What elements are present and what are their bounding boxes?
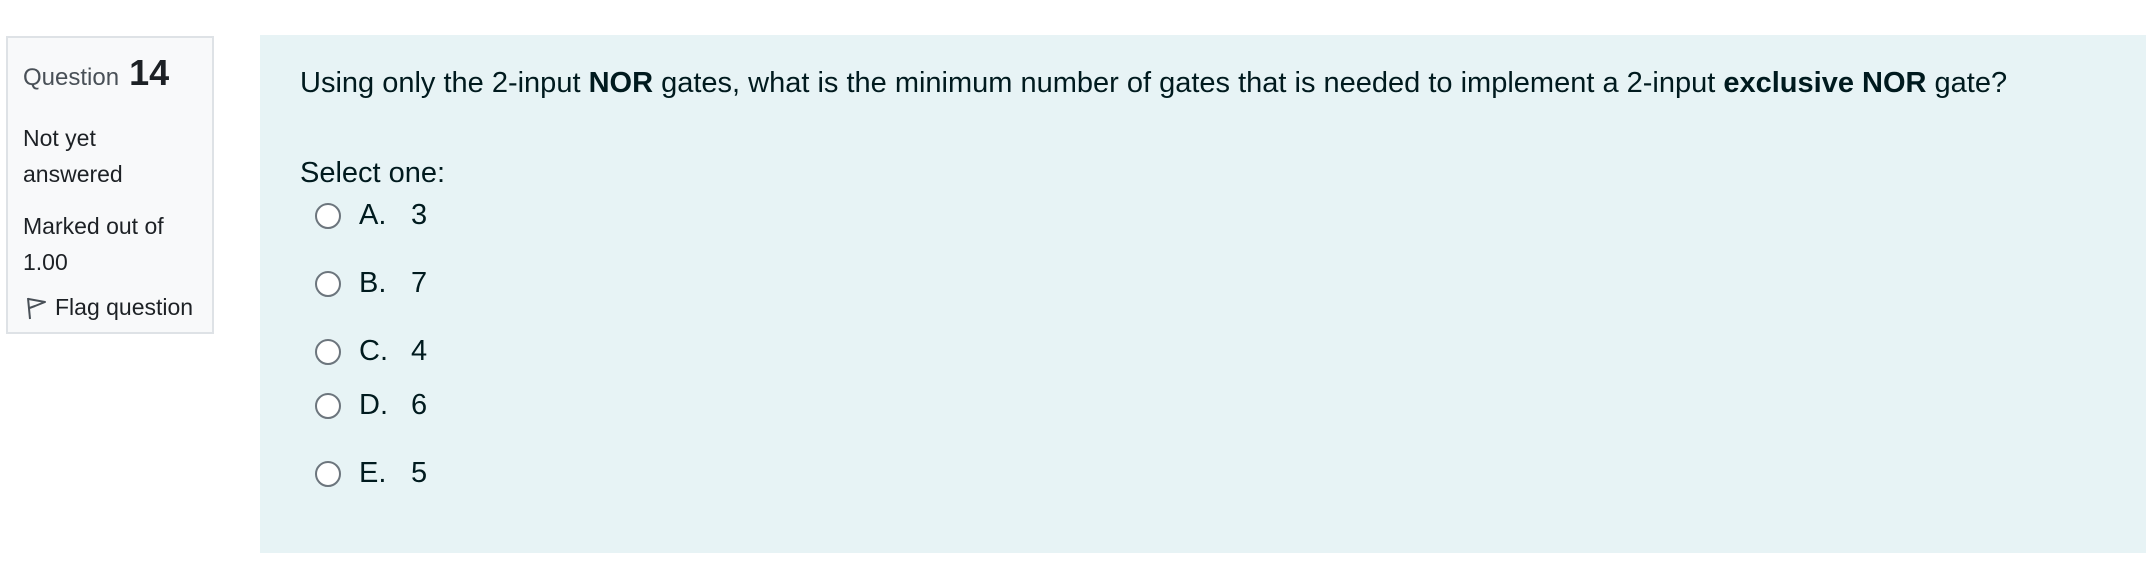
question-text-part: gates, what is the minimum number of gat… [653, 67, 1724, 99]
radio-button[interactable] [315, 392, 341, 419]
question-label: Question [23, 64, 120, 91]
radio-button[interactable] [315, 460, 341, 487]
answer-option-e[interactable]: E. 5 [315, 457, 427, 490]
question-text-part: gate? [1926, 67, 2008, 99]
quiz-question: Question 14 Not yet answered Marked out … [0, 0, 2146, 580]
answer-option-c[interactable]: C. 4 [315, 335, 427, 368]
option-letter: B. [359, 267, 387, 299]
select-one-prompt: Select one: [300, 157, 446, 189]
option-value: 4 [411, 335, 428, 367]
question-grade: Marked out of 1.00 [23, 213, 164, 275]
question-content: Using only the 2-input NOR gates, what i… [260, 35, 2146, 553]
option-value: 6 [411, 389, 428, 421]
question-text: Using only the 2-input NOR gates, what i… [300, 63, 2146, 103]
answer-option-a[interactable]: A. 3 [315, 199, 427, 232]
question-number-line: Question 14 [23, 52, 198, 96]
answer-option-d[interactable]: D. 6 [315, 389, 427, 422]
question-text-part: Using only the 2-input [300, 67, 589, 99]
option-letter: A. [359, 199, 387, 231]
question-info-panel: Question 14 Not yet answered Marked out … [6, 36, 214, 334]
option-value: 7 [411, 267, 428, 299]
answer-option-b[interactable]: B. 7 [315, 267, 427, 300]
question-text-bold: exclusive NOR [1723, 67, 1927, 99]
answer-options: A. 3 B. 7 C. 4 D. 6 E. 5 [300, 193, 2146, 523]
question-state: Not yet answered [23, 125, 123, 187]
option-letter: E. [359, 457, 387, 489]
flag-question-button[interactable]: Flag question [23, 294, 198, 321]
flag-icon [23, 295, 49, 321]
question-text-bold: NOR [588, 67, 654, 99]
option-letter: D. [359, 389, 388, 421]
option-value: 5 [411, 457, 428, 489]
option-value: 3 [411, 199, 428, 231]
radio-button[interactable] [315, 202, 341, 229]
question-number: 14 [129, 52, 170, 93]
radio-button[interactable] [315, 270, 341, 297]
radio-button[interactable] [315, 338, 341, 365]
flag-question-label: Flag question [55, 294, 194, 320]
option-letter: C. [359, 335, 388, 367]
